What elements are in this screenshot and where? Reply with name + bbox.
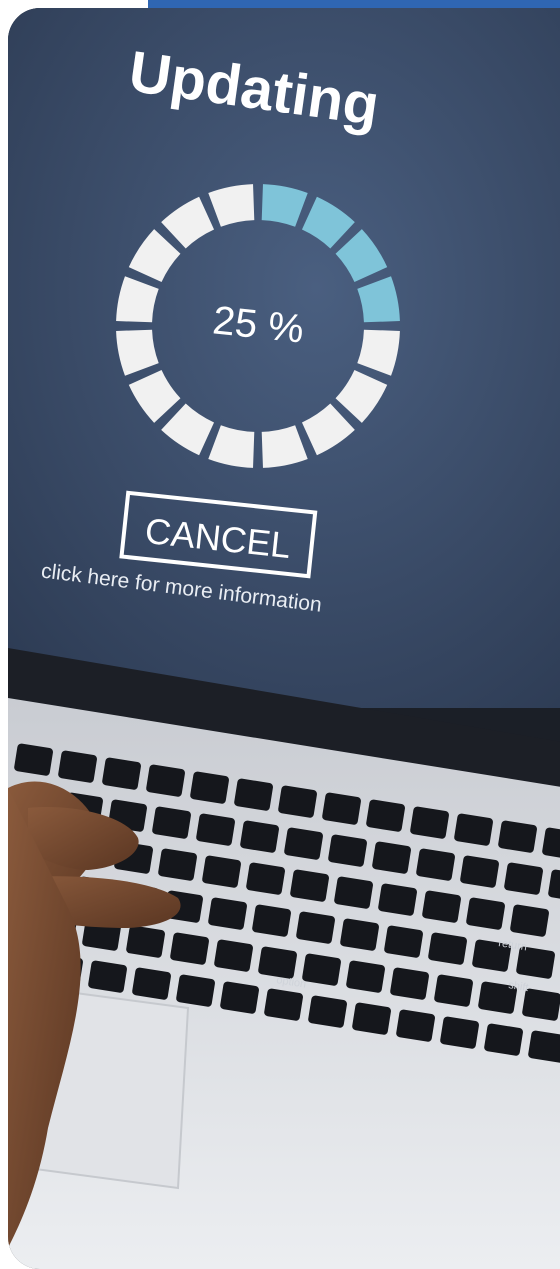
keyboard-key <box>252 904 291 937</box>
keyboard-key <box>146 764 185 797</box>
keyboard-key <box>214 939 253 972</box>
keyboard-key <box>384 925 423 958</box>
keyboard-key <box>466 897 505 930</box>
keyboard-key <box>208 897 247 930</box>
keyboard-key <box>234 778 273 811</box>
keyboard-key <box>196 813 235 846</box>
keyboard-key <box>328 834 367 867</box>
keyboard-key <box>176 974 215 1007</box>
keyboard-key <box>434 974 473 1007</box>
keyboard-key <box>498 820 537 853</box>
keyboard-key <box>102 757 141 790</box>
keyboard-key <box>170 932 209 965</box>
keyboard-key <box>428 932 467 965</box>
keyboard-key <box>220 981 259 1014</box>
keyboard-key <box>366 799 405 832</box>
keyboard-key <box>190 771 229 804</box>
keyboard-key <box>126 925 165 958</box>
keyboard-key <box>440 1016 479 1049</box>
keyboard-key <box>240 820 279 853</box>
keyboard-key <box>88 960 127 993</box>
keyboard-key <box>302 953 341 986</box>
keyboard-key <box>264 988 303 1021</box>
photo-illustration: optionshiftreturn Updating 25 % CANCEL <box>8 8 560 1269</box>
keyboard-key <box>416 848 455 881</box>
keyboard-key <box>290 869 329 902</box>
keyboard-key <box>504 862 543 895</box>
keyboard-key <box>422 890 461 923</box>
keyboard-key <box>410 806 449 839</box>
laptop-photo: optionshiftreturn Updating 25 % CANCEL <box>8 8 560 1269</box>
keyboard-key <box>346 960 385 993</box>
keyboard-key <box>284 827 323 860</box>
keyboard-key <box>352 1002 391 1035</box>
keyboard-key <box>158 848 197 881</box>
keyboard-key <box>246 862 285 895</box>
keyboard-key <box>390 967 429 1000</box>
keyboard-key <box>14 743 53 776</box>
photo-card: optionshiftreturn Updating 25 % CANCEL <box>0 0 560 1269</box>
keyboard-key <box>322 792 361 825</box>
keyboard-key <box>378 883 417 916</box>
keyboard-key <box>308 995 347 1028</box>
keyboard-key <box>396 1009 435 1042</box>
keyboard-key <box>58 750 97 783</box>
keyboard-key <box>454 813 493 846</box>
keyboard-key <box>334 876 373 909</box>
keyboard-key <box>372 841 411 874</box>
keyboard-key <box>528 1030 560 1063</box>
keyboard-key <box>152 806 191 839</box>
keyboard-key <box>340 918 379 951</box>
keyboard-key <box>202 855 241 888</box>
keyboard-key <box>510 904 549 937</box>
keyboard-key <box>278 785 317 818</box>
keyboard-key <box>484 1023 523 1056</box>
keyboard-key <box>132 967 171 1000</box>
keyboard-key <box>296 911 335 944</box>
keyboard-key <box>460 855 499 888</box>
